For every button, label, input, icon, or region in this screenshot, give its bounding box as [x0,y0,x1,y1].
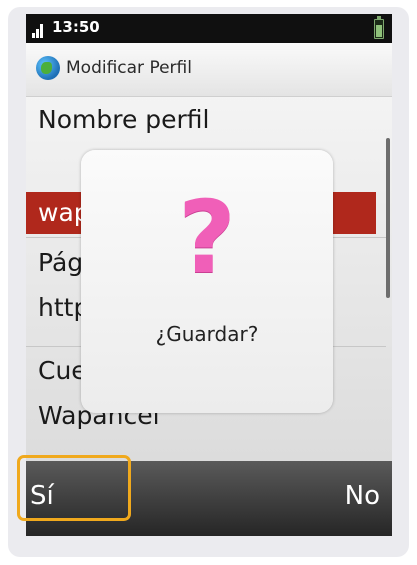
highlight-box [17,455,131,521]
question-mark-icon: ? [177,179,236,296]
field-label-nombre: Nombre perfil [38,105,210,134]
title-bar: Modificar Perfil [26,43,392,97]
dialog-message: ¿Guardar? [155,322,259,346]
status-bar: 13:50 [26,14,392,43]
clock: 13:50 [52,18,100,36]
globe-icon [36,56,60,80]
scrollbar[interactable] [386,138,390,298]
signal-icon [32,24,46,38]
confirm-dialog: ? ¿Guardar? [81,150,333,413]
battery-icon [374,16,384,39]
page-title: Modificar Perfil [66,58,192,78]
softkey-no-button[interactable]: No [345,481,380,511]
